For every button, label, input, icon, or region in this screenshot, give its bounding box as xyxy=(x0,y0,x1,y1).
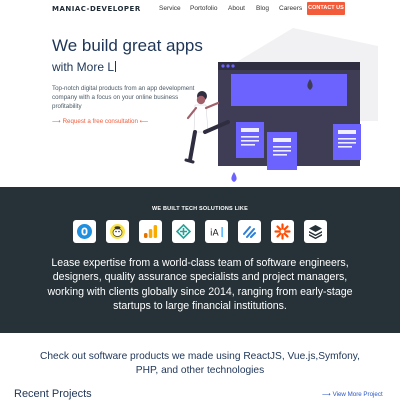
zapier-logo-icon xyxy=(271,220,294,243)
tech-heading: WE BUILT TECH SOLUTIONS LIKE xyxy=(152,206,248,212)
stack-logo-icon xyxy=(304,220,327,243)
hero-illustration xyxy=(184,28,378,182)
svg-text:iA: iA xyxy=(210,229,220,239)
navbar: MANIAC-DEVELOPER Service Portofolio Abou… xyxy=(0,0,400,20)
recent-projects-title: Recent Projects xyxy=(14,388,92,400)
nav-link-service[interactable]: Service xyxy=(159,5,181,12)
nav-link-careers[interactable]: Careers xyxy=(279,5,302,12)
tech-description: Lease expertise from a world-class team … xyxy=(47,257,353,312)
products-text: Check out software products we made usin… xyxy=(40,351,360,376)
blue-stripes-logo-icon xyxy=(238,220,261,243)
jsonformatter-logo-icon xyxy=(172,220,195,243)
request-consultation-link[interactable]: ⟶ Request a free consultation ⟵ xyxy=(52,118,149,125)
typing-caret xyxy=(115,61,117,72)
contact-us-button[interactable]: CONTACT US xyxy=(307,2,345,15)
nav-link-portfolio[interactable]: Portofolio xyxy=(190,5,217,12)
google-analytics-logo-icon xyxy=(139,220,162,243)
tech-logos-row: iA xyxy=(73,220,333,244)
dealerinspire-logo-icon xyxy=(73,220,96,243)
nav-link-blog[interactable]: Blog xyxy=(256,5,269,12)
view-more-projects-link[interactable]: ⟶ View More Project xyxy=(322,391,383,398)
hero-subtitle-text: with More L xyxy=(52,60,115,74)
brand-logo[interactable]: MANIAC-DEVELOPER xyxy=(52,5,141,13)
mailchimp-logo-icon xyxy=(106,220,129,243)
ia-writer-logo-icon: iA xyxy=(205,220,228,243)
hero-subtitle: with More L xyxy=(52,60,117,74)
nav-link-about[interactable]: About xyxy=(228,5,245,12)
